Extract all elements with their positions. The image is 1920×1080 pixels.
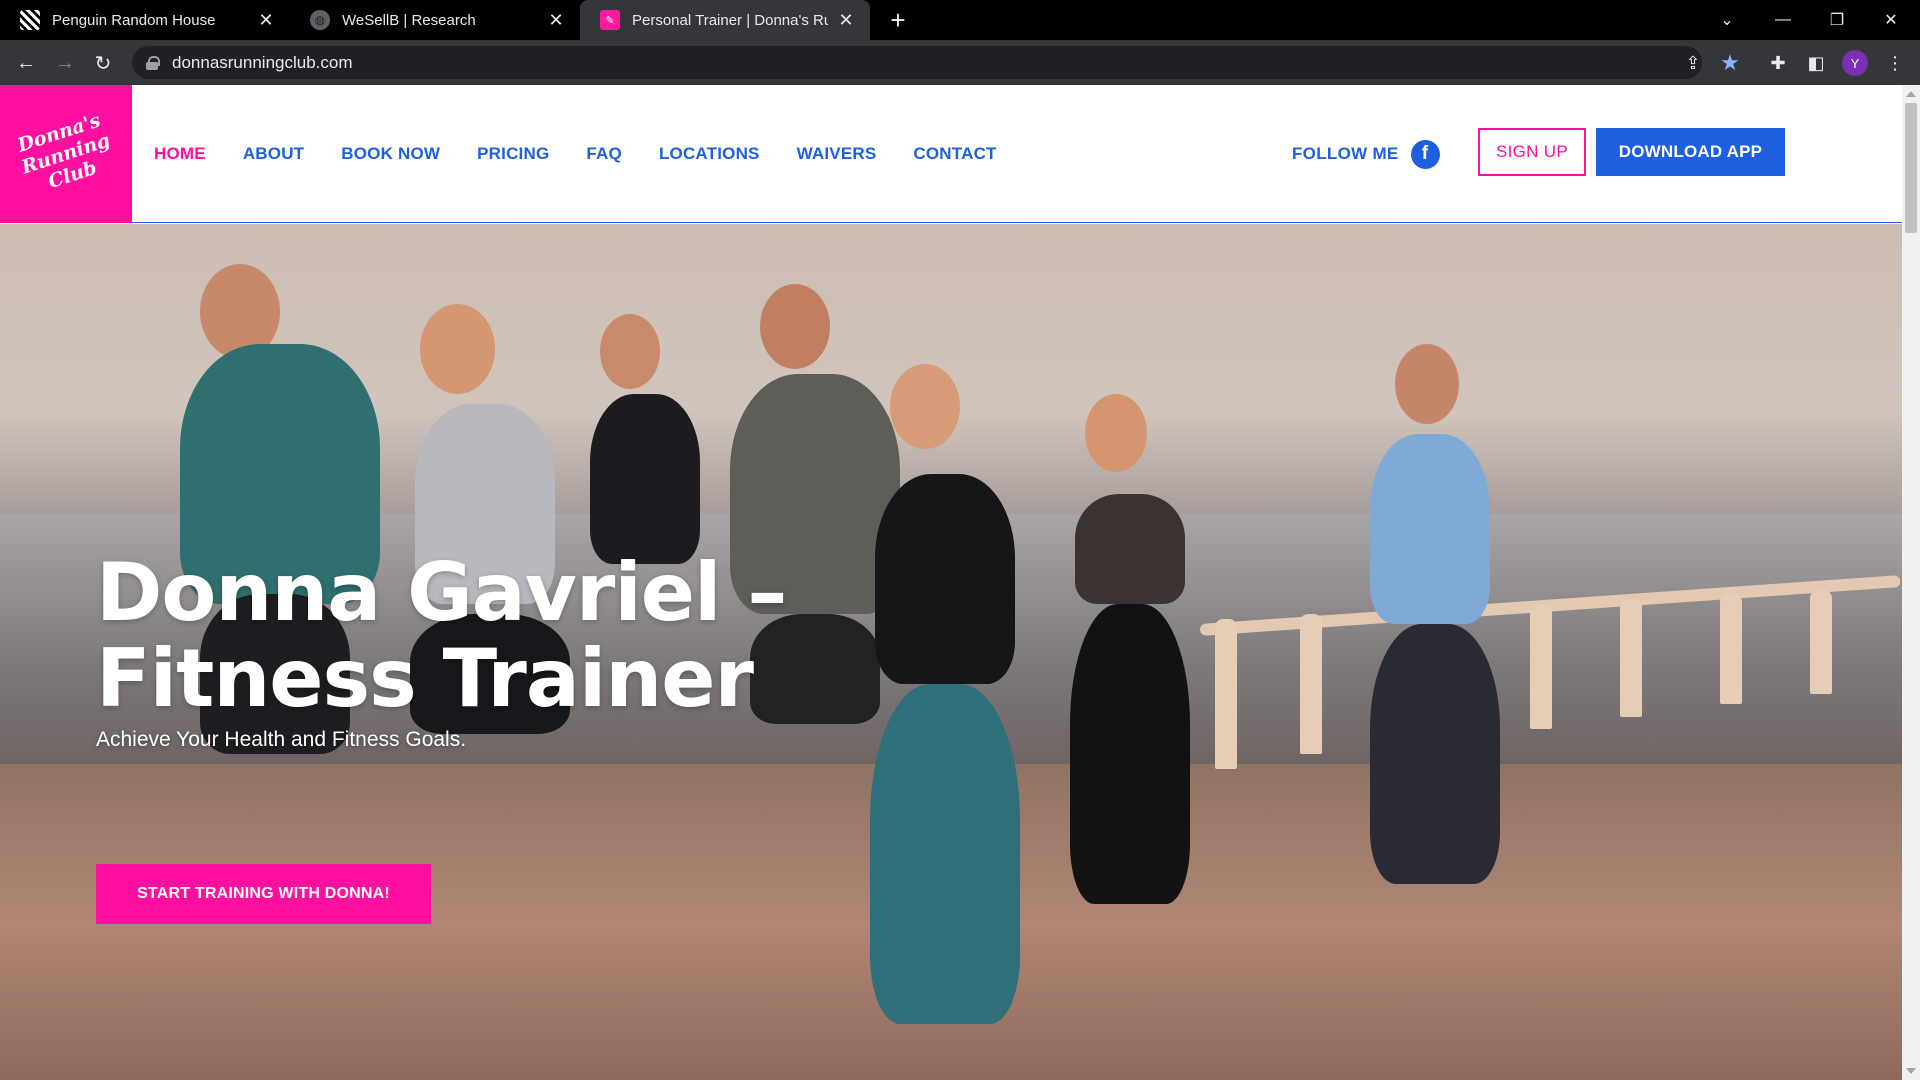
- address-bar: ← → ↻ donnasrunningclub.com ⇪ ★ ✚ ◧ ⋮: [0, 40, 1920, 85]
- download-app-button[interactable]: DOWNLOAD APP: [1596, 128, 1785, 176]
- railing-post: [1215, 619, 1237, 769]
- follow-me: FOLLOW ME f: [1292, 85, 1440, 223]
- start-training-button[interactable]: START TRAINING WITH DONNA!: [96, 864, 431, 924]
- bookmark-star-icon[interactable]: ★: [1715, 48, 1745, 78]
- close-icon[interactable]: ✕: [546, 10, 566, 30]
- hero-title: Donna Gavriel – Fitness Trainer: [96, 546, 787, 725]
- hero-section: Donna Gavriel – Fitness Trainer Achieve …: [0, 224, 1902, 1080]
- runner-head: [1085, 394, 1147, 472]
- railing-post: [1620, 599, 1642, 717]
- url-field[interactable]: donnasrunningclub.com: [132, 46, 1702, 79]
- runner-head: [420, 304, 495, 394]
- back-icon[interactable]: ←: [11, 48, 41, 78]
- donna-favicon-icon: ✎: [600, 10, 620, 30]
- page-viewport: Donna's Running Club HOME ABOUT BOOK NOW…: [0, 85, 1920, 1080]
- profile-avatar[interactable]: Y: [1842, 50, 1868, 76]
- runner-head: [1395, 344, 1459, 424]
- runner-torso: [1075, 494, 1185, 604]
- logo-text: Donna's Running Club: [12, 108, 119, 199]
- runner-leggings: [870, 684, 1020, 1024]
- hero-title-line: Donna Gavriel –: [96, 546, 787, 639]
- site-logo[interactable]: Donna's Running Club: [0, 85, 132, 223]
- runner-torso: [590, 394, 700, 564]
- tab-title: Penguin Random House: [52, 11, 216, 29]
- forward-icon[interactable]: →: [50, 48, 80, 78]
- nav-locations[interactable]: LOCATIONS: [659, 144, 760, 164]
- railing-post: [1300, 614, 1322, 754]
- tab-penguin[interactable]: Penguin Random House ✕: [0, 0, 290, 40]
- minimize-icon[interactable]: —: [1756, 0, 1810, 40]
- penguin-favicon-icon: [20, 10, 40, 30]
- new-tab-icon[interactable]: +: [884, 5, 912, 35]
- hero-subtitle: Achieve Your Health and Fitness Goals.: [96, 728, 467, 751]
- scroll-down-icon[interactable]: [1906, 1068, 1916, 1074]
- close-icon[interactable]: ✕: [836, 10, 856, 30]
- runner-head: [600, 314, 660, 389]
- tab-title: WeSellB | Research: [342, 11, 476, 29]
- side-panel-icon[interactable]: ◧: [1801, 48, 1831, 78]
- globe-icon: ◍: [310, 10, 330, 30]
- railing-post: [1530, 604, 1552, 729]
- tab-donna[interactable]: ✎ Personal Trainer | Donna's Runnin ✕: [580, 0, 870, 40]
- nav-contact[interactable]: CONTACT: [913, 144, 996, 164]
- scroll-up-icon[interactable]: [1906, 91, 1916, 97]
- tab-title: Personal Trainer | Donna's Runnin: [632, 11, 828, 29]
- tab-bar: Penguin Random House ✕ ◍ WeSellB | Resea…: [0, 0, 1920, 40]
- restore-icon[interactable]: ❐: [1810, 0, 1864, 40]
- nav-about[interactable]: ABOUT: [243, 144, 304, 164]
- lock-icon: [146, 55, 160, 70]
- tab-wesellb[interactable]: ◍ WeSellB | Research ✕: [290, 0, 580, 40]
- railing-post: [1720, 594, 1742, 704]
- site-header: Donna's Running Club HOME ABOUT BOOK NOW…: [0, 85, 1902, 223]
- hero-title-line: Fitness Trainer: [96, 632, 754, 725]
- reload-icon[interactable]: ↻: [88, 48, 118, 78]
- sign-up-button[interactable]: SIGN UP: [1478, 128, 1586, 176]
- nav-book-now[interactable]: BOOK NOW: [341, 144, 440, 164]
- close-icon[interactable]: ✕: [256, 10, 276, 30]
- nav-pricing[interactable]: PRICING: [477, 144, 549, 164]
- nav-faq[interactable]: FAQ: [586, 144, 622, 164]
- page-scrollbar[interactable]: [1902, 85, 1920, 1080]
- extensions-icon[interactable]: ✚: [1763, 48, 1793, 78]
- facebook-icon[interactable]: f: [1410, 139, 1440, 169]
- scrollbar-thumb[interactable]: [1905, 103, 1917, 233]
- url-text: donnasrunningclub.com: [172, 52, 353, 72]
- runner-torso: [875, 474, 1015, 684]
- follow-label: FOLLOW ME: [1292, 144, 1399, 163]
- runner-leggings: [1370, 624, 1500, 884]
- window-close-icon[interactable]: ✕: [1864, 0, 1918, 40]
- runner-leggings: [1070, 604, 1190, 904]
- railing-post: [1810, 590, 1832, 694]
- nav-waivers[interactable]: WAIVERS: [797, 144, 877, 164]
- runner-torso: [1370, 434, 1490, 624]
- nav-home[interactable]: HOME: [154, 144, 206, 164]
- share-icon[interactable]: ⇪: [1678, 48, 1708, 78]
- runner-head: [760, 284, 830, 369]
- main-nav: HOME ABOUT BOOK NOW PRICING FAQ LOCATION…: [154, 85, 1034, 223]
- tab-search-chevron-icon[interactable]: ⌄: [1700, 0, 1754, 40]
- runner-head: [890, 364, 960, 449]
- menu-kebab-icon[interactable]: ⋮: [1880, 48, 1910, 78]
